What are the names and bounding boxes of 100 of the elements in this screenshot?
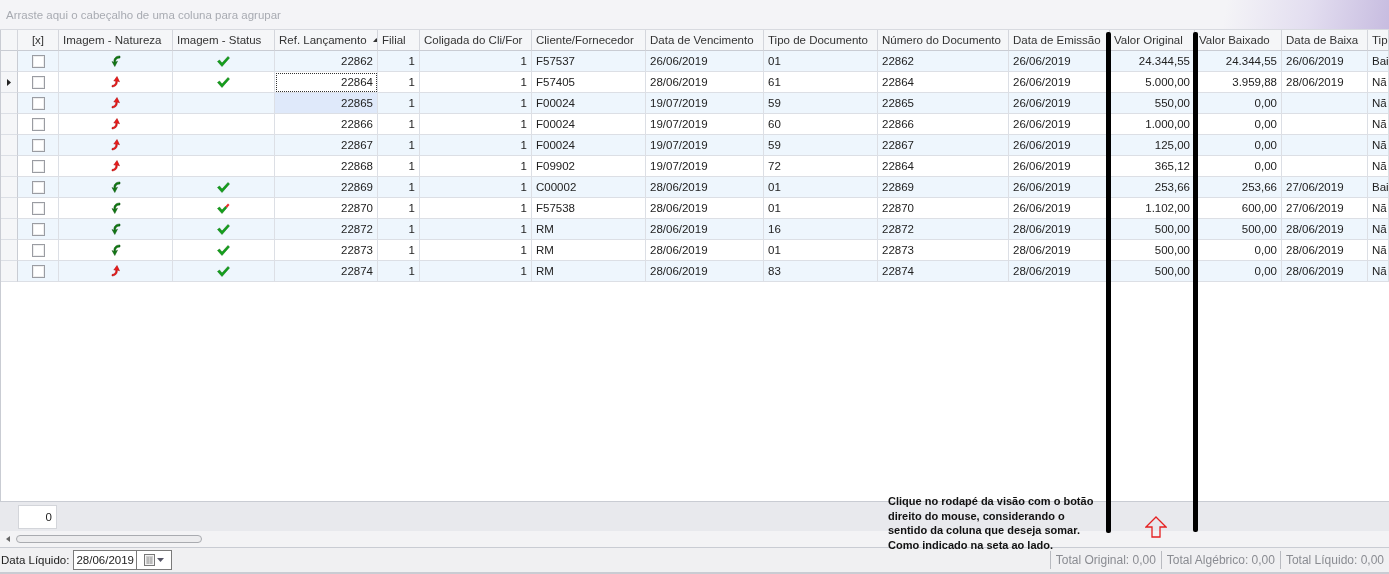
incoming-arrow-icon <box>110 223 121 235</box>
column-header[interactable]: Data de Emissão <box>1009 30 1110 51</box>
table-cell: Nã <box>1368 93 1389 114</box>
row-checkbox[interactable] <box>31 96 45 110</box>
column-header[interactable]: Tipo de Documento <box>764 30 878 51</box>
outgoing-arrow-icon <box>110 265 121 277</box>
table-cell: F09902 <box>532 156 646 177</box>
column-header[interactable]: Imagem - Natureza <box>59 30 173 51</box>
table-cell: 500,00 <box>1110 261 1195 282</box>
column-header[interactable]: Valor Baixado <box>1195 30 1282 51</box>
table-cell: 22864 <box>878 72 1009 93</box>
table-cell: F57537 <box>532 51 646 72</box>
table-cell: 0,00 <box>1195 261 1282 282</box>
column-header[interactable]: Data de Baixa <box>1282 30 1368 51</box>
table-cell: 83 <box>764 261 878 282</box>
row-checkbox[interactable] <box>31 201 45 215</box>
table-cell: 28/06/2019 <box>1282 72 1368 93</box>
table-cell: 59 <box>764 135 878 156</box>
table-cell: 28/06/2019 <box>1282 261 1368 282</box>
incoming-arrow-icon <box>110 181 121 193</box>
table-cell: Nã <box>1368 219 1389 240</box>
table-cell: 22862 <box>275 51 378 72</box>
column-header[interactable]: Cliente/Fornecedor <box>532 30 646 51</box>
column-header[interactable]: Data de Vencimento <box>646 30 764 51</box>
incoming-arrow-icon <box>110 202 121 214</box>
table-cell: 1 <box>378 198 420 219</box>
up-arrow-annotation <box>1145 516 1167 538</box>
column-header[interactable]: Filial <box>378 30 420 51</box>
row-checkbox[interactable] <box>31 138 45 152</box>
table-cell: 27/06/2019 <box>1282 198 1368 219</box>
table-cell: 0,00 <box>1195 114 1282 135</box>
column-header[interactable]: Número do Documento <box>878 30 1009 51</box>
table-cell: 0,00 <box>1195 240 1282 261</box>
row-checkbox[interactable] <box>31 243 45 257</box>
row-checkbox[interactable] <box>31 159 45 173</box>
date-label: Data Líquido: <box>0 554 71 566</box>
row-indicator[interactable] <box>1 72 18 93</box>
outgoing-arrow-icon <box>110 139 121 151</box>
table-cell: F57538 <box>532 198 646 219</box>
table-cell: 22872 <box>275 219 378 240</box>
table-cell: 1 <box>378 51 420 72</box>
row-checkbox[interactable] <box>31 54 45 68</box>
row-checkbox[interactable] <box>31 264 45 278</box>
table-cell: 1 <box>378 135 420 156</box>
check-icon <box>217 55 230 67</box>
table-cell: C00002 <box>532 177 646 198</box>
table-cell: 60 <box>764 114 878 135</box>
column-header[interactable]: Valor Original <box>1110 30 1195 51</box>
table-cell: 22864 <box>275 72 378 93</box>
table-cell: 22867 <box>275 135 378 156</box>
table-cell: 26/06/2019 <box>646 51 764 72</box>
table-cell: F00024 <box>532 135 646 156</box>
table-cell: 28/06/2019 <box>646 198 764 219</box>
table-cell: 01 <box>764 177 878 198</box>
column-header[interactable]: Ref. Lançamento <box>275 30 378 51</box>
table-cell: 125,00 <box>1110 135 1195 156</box>
check-icon <box>217 223 230 235</box>
row-checkbox[interactable] <box>31 180 45 194</box>
outgoing-arrow-icon <box>110 160 121 172</box>
table-cell: 27/06/2019 <box>1282 177 1368 198</box>
table-cell: 24.344,55 <box>1110 51 1195 72</box>
table-cell: Nã <box>1368 156 1389 177</box>
table-cell: 28/06/2019 <box>646 261 764 282</box>
table-cell: 1 <box>378 114 420 135</box>
column-header[interactable]: Imagem - Status <box>173 30 275 51</box>
table-cell: 1 <box>420 72 532 93</box>
table-cell: 1 <box>378 177 420 198</box>
date-field[interactable]: 28/06/2019 <box>73 550 136 570</box>
check-icon <box>217 181 230 193</box>
table-cell: 28/06/2019 <box>1282 219 1368 240</box>
column-header[interactable]: [x] <box>18 30 59 51</box>
calendar-dropdown-button[interactable] <box>136 550 172 570</box>
scrollbar-thumb[interactable] <box>16 535 202 543</box>
table-cell: 28/06/2019 <box>1282 240 1368 261</box>
table-cell: 26/06/2019 <box>1282 51 1368 72</box>
table-cell: 253,66 <box>1195 177 1282 198</box>
table-cell: Nã <box>1368 198 1389 219</box>
table-cell: Nã <box>1368 72 1389 93</box>
table-cell: 16 <box>764 219 878 240</box>
table-cell: 22865 <box>275 93 378 114</box>
table-cell: 1 <box>420 177 532 198</box>
table-cell: 1 <box>420 240 532 261</box>
table-cell: 1 <box>378 72 420 93</box>
scroll-left-icon[interactable] <box>6 536 10 542</box>
incoming-arrow-icon <box>110 244 121 256</box>
column-header[interactable]: Tip <box>1368 30 1389 51</box>
table-cell: Nã <box>1368 240 1389 261</box>
table-cell: 22866 <box>878 114 1009 135</box>
check-icon <box>217 265 230 277</box>
table-cell: 500,00 <box>1195 219 1282 240</box>
table-cell: Nã <box>1368 135 1389 156</box>
table-cell: 01 <box>764 198 878 219</box>
row-checkbox[interactable] <box>31 222 45 236</box>
table-cell: 59 <box>764 93 878 114</box>
table-cell: 1 <box>378 240 420 261</box>
current-row-icon <box>7 78 11 86</box>
table-cell: 550,00 <box>1110 93 1195 114</box>
column-header[interactable]: Coligada do Cli/For <box>420 30 532 51</box>
row-checkbox[interactable] <box>31 117 45 131</box>
row-checkbox[interactable] <box>31 75 45 89</box>
